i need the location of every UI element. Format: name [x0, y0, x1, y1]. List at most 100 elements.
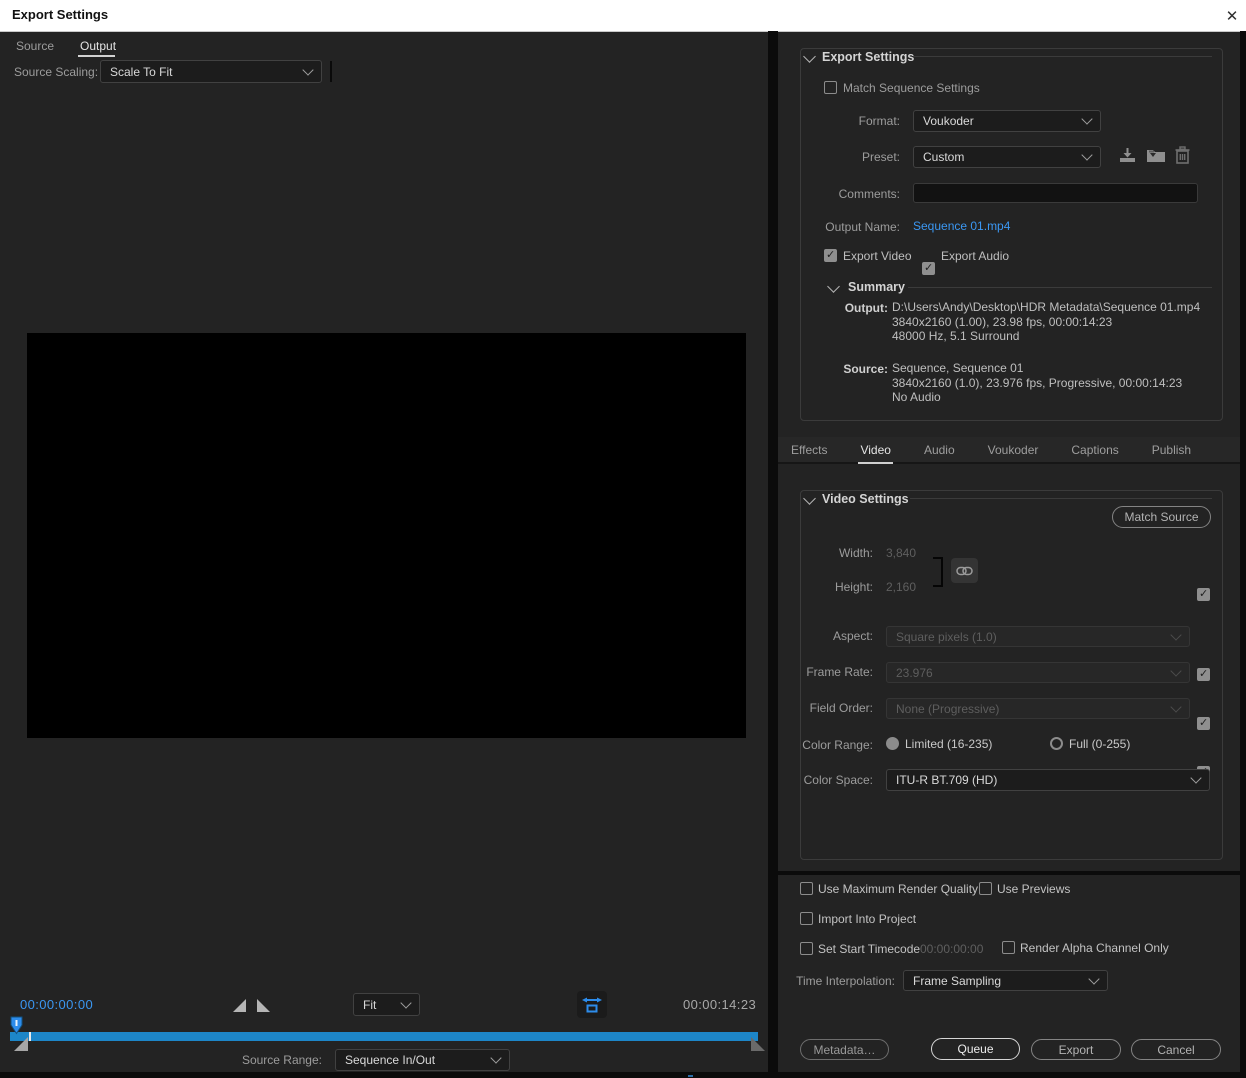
playhead-handle[interactable]	[9, 1016, 24, 1035]
preset-dropdown[interactable]: Custom	[913, 146, 1101, 168]
output-name-label: Output Name:	[778, 220, 900, 234]
color-space-value: ITU-R BT.709 (HD)	[896, 773, 997, 787]
link-icon	[956, 566, 973, 576]
summary-source-lines: Sequence, Sequence 01 3840x2160 (1.0), 2…	[892, 361, 1212, 405]
set-out-point-icon[interactable]	[257, 999, 270, 1012]
export-video-label: Export Video	[843, 249, 912, 263]
tab-output-underline	[78, 55, 115, 57]
width-label: Width:	[778, 546, 873, 560]
video-settings-header: Video Settings	[822, 492, 909, 506]
current-timecode[interactable]: 00:00:00:00	[20, 997, 93, 1012]
tab-audio[interactable]: Audio	[922, 437, 957, 464]
import-preset-button[interactable]	[1146, 147, 1166, 164]
summary-output-line: D:\Users\Andy\Desktop\HDR Metadata\Seque…	[892, 300, 1212, 315]
aspect-override-checkbox[interactable]	[1197, 668, 1210, 681]
export-video-checkbox[interactable]	[824, 249, 837, 262]
format-dropdown[interactable]: Voukoder	[913, 110, 1101, 132]
playhead-tick	[29, 1032, 31, 1041]
source-scaling-dropdown[interactable]: Scale To Fit	[100, 60, 322, 83]
use-previews-checkbox[interactable]	[979, 882, 992, 895]
options-divider	[778, 871, 1246, 875]
color-space-dropdown[interactable]: ITU-R BT.709 (HD)	[886, 769, 1210, 791]
dimensions-override-checkbox[interactable]	[1197, 588, 1210, 601]
tab-captions[interactable]: Captions	[1069, 437, 1120, 464]
crop-output-button[interactable]	[577, 991, 607, 1018]
set-start-timecode-label: Set Start Timecode	[818, 942, 920, 956]
metadata-button[interactable]: Metadata…	[800, 1039, 889, 1060]
crop-output-icon	[582, 996, 602, 1014]
frame-rate-dropdown: 23.976	[886, 662, 1190, 683]
close-icon[interactable]: ✕	[1220, 4, 1244, 28]
header-rule	[913, 56, 1212, 57]
save-preset-button[interactable]	[1118, 147, 1137, 164]
color-range-limited-radio[interactable]	[886, 737, 899, 750]
color-range-label: Color Range:	[778, 738, 873, 752]
color-range-limited-label: Limited (16-235)	[905, 737, 992, 751]
panel-divider[interactable]	[768, 31, 778, 1078]
format-label: Format:	[778, 114, 900, 128]
tab-output[interactable]: Output	[80, 39, 116, 53]
chevron-down-icon	[302, 64, 313, 75]
import-into-project-checkbox[interactable]	[800, 912, 813, 925]
range-out-handle[interactable]	[751, 1037, 765, 1051]
chevron-down-icon	[1081, 149, 1092, 160]
comments-input[interactable]	[913, 183, 1198, 203]
tab-publish[interactable]: Publish	[1150, 437, 1193, 464]
set-start-timecode-checkbox[interactable]	[800, 942, 813, 955]
use-previews-label: Use Previews	[997, 882, 1070, 896]
preview-zoom-dropdown[interactable]: Fit	[353, 993, 420, 1016]
source-scaling-label: Source Scaling:	[14, 65, 98, 79]
tab-source[interactable]: Source	[16, 39, 54, 53]
use-max-render-quality-label: Use Maximum Render Quality	[818, 882, 978, 896]
delete-preset-button[interactable]	[1174, 146, 1191, 165]
start-timecode-value[interactable]: 00:00:00:00	[920, 942, 983, 956]
export-audio-checkbox[interactable]	[922, 262, 935, 275]
field-order-label: Field Order:	[778, 701, 873, 715]
chevron-down-icon	[490, 1052, 501, 1063]
titlebar	[0, 0, 1246, 32]
tab-effects[interactable]: Effects	[789, 437, 829, 464]
window-bottom-edge	[0, 1072, 1246, 1078]
source-range-value: Sequence In/Out	[345, 1053, 435, 1067]
output-name-link[interactable]: Sequence 01.mp4	[913, 219, 1010, 233]
match-sequence-settings-checkbox[interactable]	[824, 81, 837, 94]
timeline-bar[interactable]	[10, 1032, 758, 1041]
render-alpha-label: Render Alpha Channel Only	[1020, 941, 1169, 955]
aspect-label: Aspect:	[778, 629, 873, 643]
height-value: 2,160	[886, 580, 916, 594]
color-range-full-label: Full (0-255)	[1069, 737, 1130, 751]
set-in-point-icon[interactable]	[233, 999, 246, 1012]
range-in-handle[interactable]	[14, 1037, 28, 1051]
time-interpolation-dropdown[interactable]: Frame Sampling	[903, 970, 1108, 991]
field-order-dropdown: None (Progressive)	[886, 698, 1190, 719]
tab-voukoder[interactable]: Voukoder	[986, 437, 1041, 464]
render-alpha-checkbox[interactable]	[1002, 941, 1015, 954]
frame-rate-label: Frame Rate:	[778, 665, 873, 679]
window-right-edge	[1240, 31, 1246, 1078]
save-preset-icon	[1118, 147, 1137, 164]
cancel-button[interactable]: Cancel	[1131, 1039, 1221, 1060]
summary-source-line: 3840x2160 (1.0), 23.976 fps, Progressive…	[892, 376, 1212, 391]
summary-source-line: Sequence, Sequence 01	[892, 361, 1212, 376]
chevron-down-icon	[400, 997, 411, 1008]
text-cursor	[330, 61, 332, 82]
dimension-bracket	[933, 557, 943, 587]
frame-rate-override-checkbox[interactable]	[1197, 717, 1210, 730]
summary-rule	[908, 287, 1212, 288]
tab-video[interactable]: Video	[858, 437, 892, 464]
use-max-render-quality-checkbox[interactable]	[800, 882, 813, 895]
height-label: Height:	[778, 580, 873, 594]
color-space-label: Color Space:	[778, 773, 873, 787]
aspect-value: Square pixels (1.0)	[896, 630, 997, 644]
duration-timecode: 00:00:14:23	[683, 997, 756, 1012]
summary-output-lines: D:\Users\Andy\Desktop\HDR Metadata\Seque…	[892, 300, 1212, 344]
source-range-dropdown[interactable]: Sequence In/Out	[335, 1049, 510, 1071]
summary-output-label: Output:	[778, 301, 888, 315]
chevron-down-icon	[1190, 772, 1201, 783]
link-dimensions-button[interactable]	[951, 558, 978, 583]
queue-button[interactable]: Queue	[931, 1038, 1020, 1060]
color-range-full-radio[interactable]	[1050, 737, 1063, 750]
match-source-button[interactable]: Match Source	[1112, 506, 1211, 528]
aspect-dropdown: Square pixels (1.0)	[886, 626, 1190, 647]
export-button[interactable]: Export	[1031, 1039, 1121, 1060]
